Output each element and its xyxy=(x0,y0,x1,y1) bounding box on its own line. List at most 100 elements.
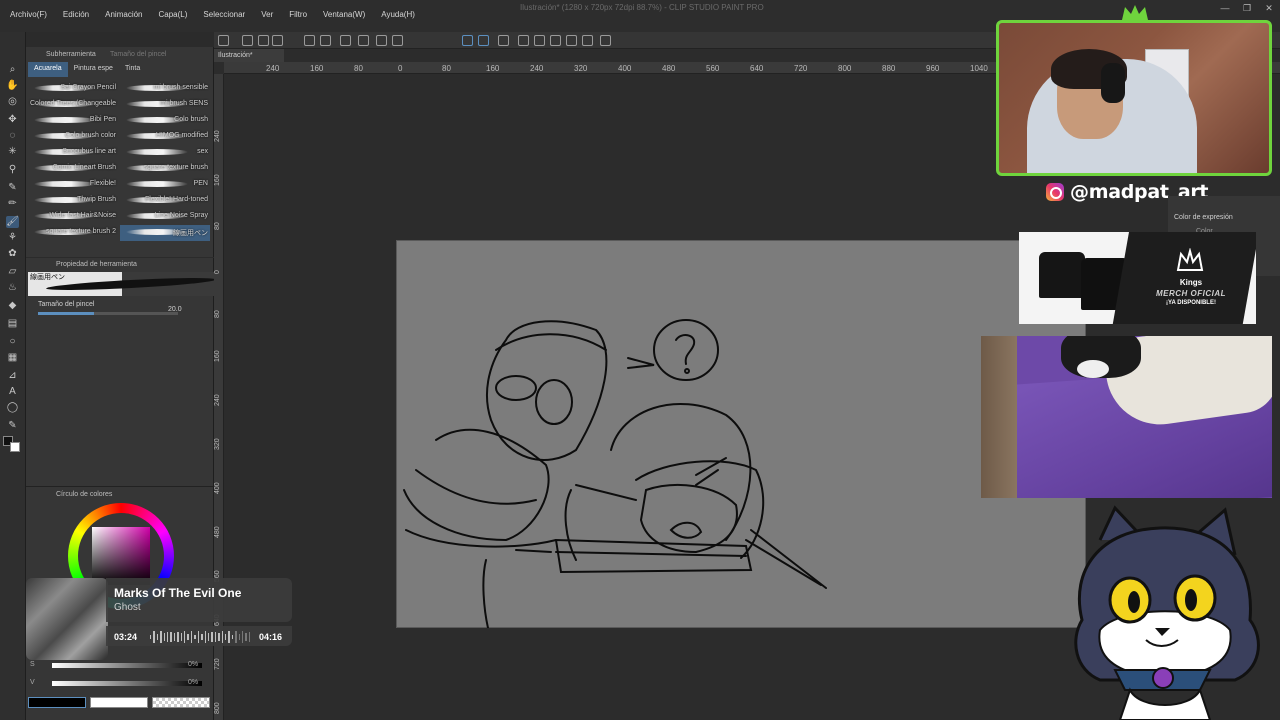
color-expression-label: Color de expresión xyxy=(1174,214,1233,221)
menu-file[interactable]: Archivo(F) xyxy=(10,10,47,19)
brush-item[interactable]: Succubus line art xyxy=(28,145,118,161)
airbrush-tool-icon[interactable]: ⚘ xyxy=(6,232,19,244)
menu-window[interactable]: Ventana(W) xyxy=(323,10,365,19)
eraser-tool-icon[interactable]: ▱ xyxy=(6,266,19,278)
menu-filter[interactable]: Filtro xyxy=(289,10,307,19)
waveform-bar xyxy=(228,631,230,643)
brush-size-value[interactable]: 20.0 xyxy=(168,306,182,313)
open-icon[interactable] xyxy=(258,35,269,46)
brush-item[interactable]: Comic Lineart Brush xyxy=(28,161,118,177)
ruler-tick: 160 xyxy=(310,64,324,73)
waveform-bar xyxy=(167,631,169,643)
blend-tool-icon[interactable]: ♨ xyxy=(6,282,19,294)
rotate-icon[interactable] xyxy=(534,35,545,46)
brush-item[interactable]: Colo brush color xyxy=(28,129,118,145)
zoom-tool-icon[interactable]: ⌕ xyxy=(6,64,19,76)
brush-item[interactable]: PEN xyxy=(120,177,210,193)
brush-item-selected[interactable]: 線画用ペン xyxy=(120,225,210,241)
ruler-icon[interactable] xyxy=(498,35,509,46)
ruler-tool-icon[interactable]: ⊿ xyxy=(6,370,19,382)
layers-icon[interactable] xyxy=(600,35,611,46)
document-tab[interactable]: Ilustración* xyxy=(214,49,284,62)
brush-name-label: 線画用ペン xyxy=(30,274,65,281)
menu-select[interactable]: Seleccionar xyxy=(203,10,245,19)
snap-ruler-icon[interactable] xyxy=(478,35,489,46)
main-color-chip[interactable] xyxy=(28,697,86,708)
redo-icon[interactable] xyxy=(320,35,331,46)
close-button[interactable]: ✕ xyxy=(1258,0,1280,16)
ruler-tick: 480 xyxy=(662,64,676,73)
elapsed-time: 03:24 xyxy=(114,632,138,642)
correct-line-tool-icon[interactable]: ✎ xyxy=(6,420,19,432)
brush-item[interactable]: Thwip Brush xyxy=(28,193,118,209)
brush-item[interactable]: square texture brush xyxy=(120,161,210,177)
brush-item[interactable]: mi brush SENS xyxy=(120,97,210,113)
pencil-tool-icon[interactable]: ✏ xyxy=(6,198,19,210)
value-bar[interactable] xyxy=(52,681,202,686)
tab-ink[interactable]: Tinta xyxy=(119,62,146,77)
waveform-bar xyxy=(184,631,186,643)
tab-special-paint[interactable]: Pintura espe xyxy=(68,62,119,77)
ruler-tick: 880 xyxy=(882,64,896,73)
merch-line2: ¡YA DISPONIBLE! xyxy=(1166,300,1216,306)
settings-icon[interactable] xyxy=(340,35,351,46)
minimize-button[interactable]: — xyxy=(1214,0,1236,16)
save-icon[interactable] xyxy=(272,35,283,46)
brush-item[interactable]: Flexible! Hard-toned xyxy=(120,193,210,209)
brush-item[interactable]: Wide fast Hair&Noise xyxy=(28,209,118,225)
figure-tool-icon[interactable]: ○ xyxy=(6,336,19,348)
display-icon[interactable] xyxy=(582,35,593,46)
sub-color-swatch[interactable] xyxy=(10,442,20,452)
frame-tool-icon[interactable]: ▦ xyxy=(6,352,19,364)
snap-icon[interactable] xyxy=(462,35,473,46)
menu-help[interactable]: Ayuda(H) xyxy=(381,10,415,19)
transform-icon[interactable] xyxy=(392,35,403,46)
balloon-tool-icon[interactable]: ◯ xyxy=(6,402,19,414)
brush-item[interactable]: square texture brush 2 xyxy=(28,225,118,241)
pen-tool-icon[interactable]: ✎ xyxy=(6,182,19,194)
text-tool-icon[interactable]: A xyxy=(6,386,19,398)
brush-item[interactable]: Flexible! xyxy=(28,177,118,193)
gradient-tool-icon[interactable]: ▤ xyxy=(6,318,19,330)
maximize-button[interactable]: ❐ xyxy=(1236,0,1258,16)
eyedropper-tool-icon[interactable]: ⚲ xyxy=(6,164,19,176)
magic-wand-tool-icon[interactable]: ✳ xyxy=(6,146,19,158)
brush-item[interactable]: Bibi Pen xyxy=(28,113,118,129)
fill-icon[interactable] xyxy=(376,35,387,46)
waveform-bar xyxy=(150,635,152,639)
clear-icon[interactable] xyxy=(358,35,369,46)
sub-color-chip[interactable] xyxy=(90,697,148,708)
select-icon[interactable] xyxy=(242,35,253,46)
brush-tool-icon[interactable]: 🖌 xyxy=(6,216,19,228)
grid-icon[interactable] xyxy=(550,35,561,46)
transparent-color-chip[interactable] xyxy=(152,697,210,708)
move-tool-icon[interactable]: ✥ xyxy=(6,114,19,126)
light-icon[interactable] xyxy=(566,35,577,46)
decoration-tool-icon[interactable]: ✿ xyxy=(6,248,19,260)
brush-item[interactable]: Colo brush xyxy=(120,113,210,129)
brush-item[interactable]: Sai Crayon Pencil xyxy=(28,81,118,97)
flip-icon[interactable] xyxy=(518,35,529,46)
brush-item[interactable]: mi brush sensible xyxy=(120,81,210,97)
hand-tool-icon[interactable]: ✋ xyxy=(6,80,19,92)
brush-item[interactable]: Line Noise Spray xyxy=(120,209,210,225)
brush-item[interactable]: sex xyxy=(120,145,210,161)
menu-edit[interactable]: Edición xyxy=(63,10,89,19)
undo-icon[interactable] xyxy=(304,35,315,46)
menu-layer[interactable]: Capa(L) xyxy=(159,10,188,19)
new-file-icon[interactable] xyxy=(218,35,229,46)
waveform-bar xyxy=(173,632,176,642)
brush-item[interactable]: Colored Trees (Changeable xyxy=(28,97,118,113)
brush-size-slider[interactable] xyxy=(38,312,178,315)
saturation-bar[interactable] xyxy=(52,663,202,668)
waveform-bar xyxy=(204,631,206,643)
menu-animation[interactable]: Animación xyxy=(105,10,142,19)
lasso-tool-icon[interactable]: ◌ xyxy=(6,130,19,142)
search-tool-icon[interactable]: ◎ xyxy=(6,96,19,108)
fill-tool-icon[interactable]: ◆ xyxy=(6,300,19,312)
brush-item[interactable]: HIMOG modified xyxy=(120,129,210,145)
brush-size-panel-header: Tamaño del pincel xyxy=(110,51,167,58)
saturation-value-square[interactable] xyxy=(92,527,150,585)
menu-view[interactable]: Ver xyxy=(261,10,273,19)
tab-watercolor[interactable]: Acuarela xyxy=(28,62,68,77)
